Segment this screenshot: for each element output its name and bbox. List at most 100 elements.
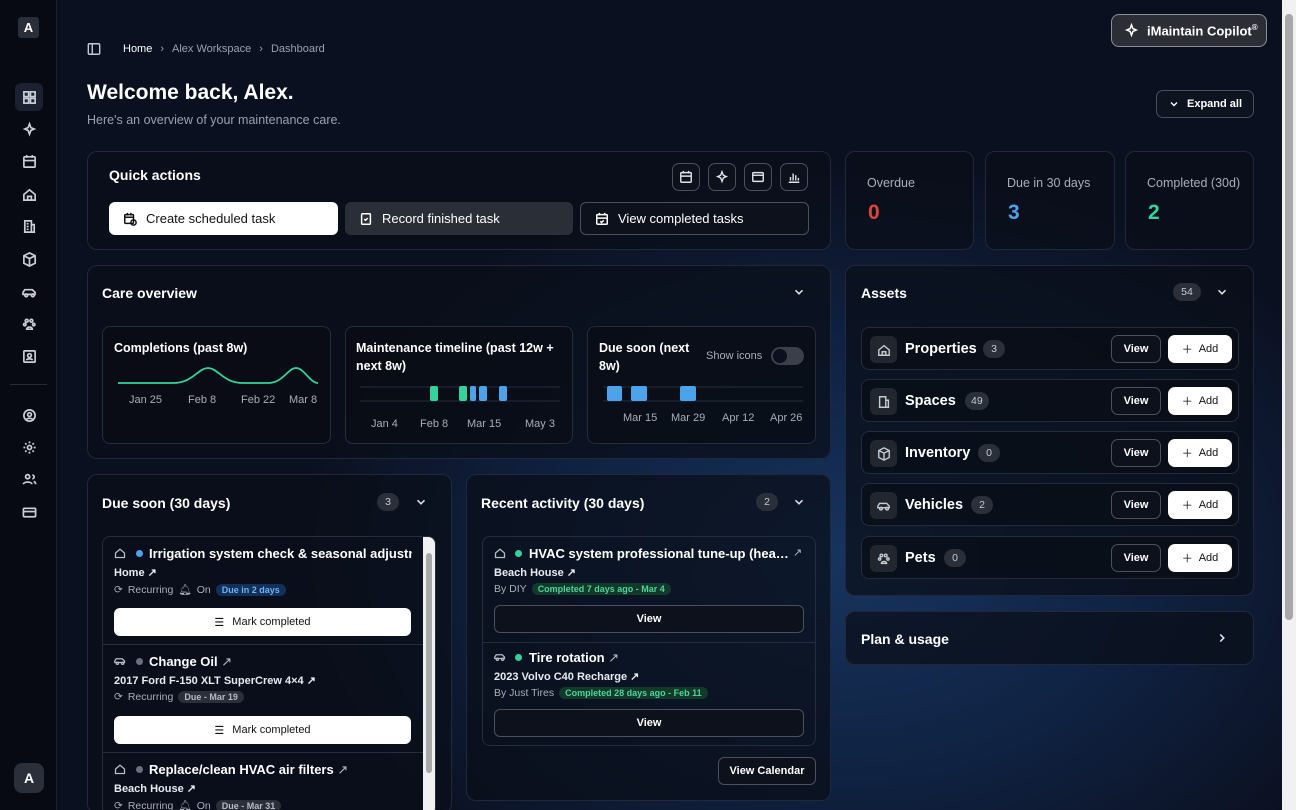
- show-icons-toggle[interactable]: [771, 347, 804, 365]
- mark-completed-button[interactable]: ☰ Mark completed: [114, 608, 411, 636]
- copilot-button[interactable]: iMaintain Copilot®: [1111, 14, 1267, 47]
- task-location[interactable]: Beach House ↗: [114, 782, 196, 795]
- sidebar-divider: [10, 384, 47, 385]
- overdue-card[interactable]: [845, 151, 974, 250]
- view-calendar-button[interactable]: View Calendar: [718, 757, 816, 785]
- overdue-label: Overdue: [867, 176, 915, 190]
- add-vehicle-button[interactable]: ＋ Add: [1168, 491, 1232, 519]
- credit-card-icon[interactable]: [15, 498, 43, 526]
- activity-title[interactable]: Tire rotation ↗: [529, 650, 789, 666]
- on-label: On: [196, 583, 211, 596]
- list-scrollbar[interactable]: [423, 537, 435, 810]
- plan-usage-title: Plan & usage: [861, 631, 949, 647]
- activity-location[interactable]: Beach House ↗: [494, 566, 576, 579]
- view-activity-button[interactable]: View: [494, 709, 804, 737]
- chevron-down-icon[interactable]: [792, 285, 806, 299]
- add-label: Add: [1198, 499, 1219, 511]
- expand-all-button[interactable]: Expand all: [1156, 90, 1254, 118]
- create-scheduled-task-label: Create scheduled task: [146, 211, 276, 226]
- bar-chart-icon[interactable]: [780, 163, 808, 191]
- car-icon[interactable]: [15, 278, 43, 306]
- due-30-days-card[interactable]: [985, 151, 1115, 250]
- timeline-title: Maintenance timeline (past 12w + next 8w…: [356, 341, 554, 373]
- timeline-tick: May 3: [525, 418, 555, 430]
- add-label: Add: [1198, 343, 1219, 355]
- completed-badge: Completed 28 days ago - Feb 11: [559, 687, 708, 699]
- activity-location[interactable]: 2023 Volvo C40 Recharge ↗: [494, 670, 639, 683]
- calendar-icon[interactable]: [672, 163, 700, 191]
- external-link-icon[interactable]: ↗: [793, 546, 802, 559]
- view-completed-tasks-button[interactable]: View completed tasks: [580, 202, 809, 235]
- breadcrumb-workspace[interactable]: Alex Workspace: [172, 43, 251, 55]
- view-pets-button[interactable]: View: [1111, 544, 1161, 572]
- task-title[interactable]: Change Oil ↗: [149, 654, 412, 670]
- activity-location-label: Beach House: [494, 567, 564, 579]
- sparkles-icon[interactable]: [708, 163, 736, 191]
- package-icon: [870, 440, 897, 467]
- add-space-button[interactable]: ＋ Add: [1168, 387, 1232, 415]
- sidebar-toggle-icon[interactable]: [87, 42, 101, 56]
- view-inventory-button[interactable]: View: [1111, 439, 1161, 467]
- chevron-down-icon[interactable]: [414, 495, 428, 509]
- external-link-icon: ↗: [630, 671, 640, 683]
- workspace-logo[interactable]: A: [18, 17, 39, 38]
- view-spaces-button[interactable]: View: [1111, 387, 1161, 415]
- scrollbar-thumb[interactable]: [1285, 14, 1293, 620]
- view-activity-button[interactable]: View: [494, 605, 804, 633]
- external-link-icon: ↗: [337, 762, 349, 777]
- record-finished-task-button[interactable]: Record finished task: [345, 202, 573, 235]
- due-soon-tick: Mar 15: [623, 412, 658, 424]
- add-inventory-button[interactable]: ＋ Add: [1168, 439, 1232, 467]
- add-property-button[interactable]: ＋ Add: [1168, 335, 1232, 363]
- activity-title-label: Tire rotation: [529, 650, 605, 665]
- mark-completed-label: Mark completed: [232, 724, 311, 736]
- paw-icon[interactable]: [15, 310, 43, 338]
- task-title[interactable]: Replace/clean HVAC air filters ↗: [149, 762, 412, 778]
- activity-title[interactable]: HVAC system professional tune-up (hea…: [529, 546, 789, 561]
- dashboard-icon[interactable]: [15, 83, 43, 111]
- breadcrumb-home[interactable]: Home: [123, 43, 152, 55]
- paw-icon: [870, 545, 897, 572]
- home-icon[interactable]: [15, 180, 43, 208]
- asset-row-properties: Properties 3 View ＋ Add: [861, 327, 1239, 370]
- users-icon[interactable]: [15, 465, 43, 493]
- add-pet-button[interactable]: ＋ Add: [1168, 544, 1232, 572]
- due-soon-tick: Apr 12: [722, 412, 755, 424]
- clipboard-check-icon: [360, 212, 372, 225]
- view-properties-button[interactable]: View: [1111, 335, 1161, 363]
- contacts-icon[interactable]: [15, 342, 43, 370]
- car-icon: [870, 492, 897, 519]
- sparkles-icon[interactable]: [15, 115, 43, 143]
- building-icon[interactable]: [15, 212, 43, 240]
- browser-window-icon[interactable]: [744, 163, 772, 191]
- create-scheduled-task-button[interactable]: Create scheduled task: [109, 202, 338, 235]
- page-subtitle: Here's an overview of your maintenance c…: [87, 113, 341, 127]
- calendar-icon[interactable]: [15, 147, 43, 175]
- home-icon: [114, 548, 126, 559]
- completions-tick: Feb 8: [188, 394, 217, 406]
- chevron-down-icon[interactable]: [1215, 285, 1229, 299]
- user-circle-icon[interactable]: [15, 401, 43, 429]
- task-location[interactable]: Home ↗: [114, 566, 157, 579]
- package-icon[interactable]: [15, 245, 43, 273]
- page-scrollbar[interactable]: [1282, 0, 1296, 810]
- due-soon-tick: Mar 29: [671, 412, 706, 424]
- task-location-label: Beach House: [114, 783, 184, 795]
- chevron-right-icon[interactable]: [1215, 631, 1229, 645]
- sidebar: A A: [0, 0, 57, 810]
- user-avatar[interactable]: A: [14, 763, 44, 793]
- task-location[interactable]: 2017 Ford F-150 XLT SuperCrew 4×4 ↗: [114, 674, 316, 687]
- view-vehicles-button[interactable]: View: [1111, 491, 1161, 519]
- chevron-down-icon[interactable]: [792, 495, 806, 509]
- asset-name: Spaces: [905, 393, 956, 409]
- mark-completed-button[interactable]: ☰ Mark completed: [114, 716, 411, 744]
- external-link-icon: ↗: [221, 654, 233, 669]
- recurring-icon: ⟳: [114, 691, 123, 703]
- asset-count-badge: 0: [944, 549, 966, 567]
- car-icon: [494, 654, 506, 662]
- timeline-marks: [360, 386, 560, 402]
- completed-30d-card[interactable]: [1125, 151, 1254, 250]
- task-title[interactable]: Irrigation system check & seasonal adjus…: [149, 546, 412, 561]
- page-title: Welcome back, Alex.: [87, 81, 294, 104]
- gear-icon[interactable]: [15, 433, 43, 461]
